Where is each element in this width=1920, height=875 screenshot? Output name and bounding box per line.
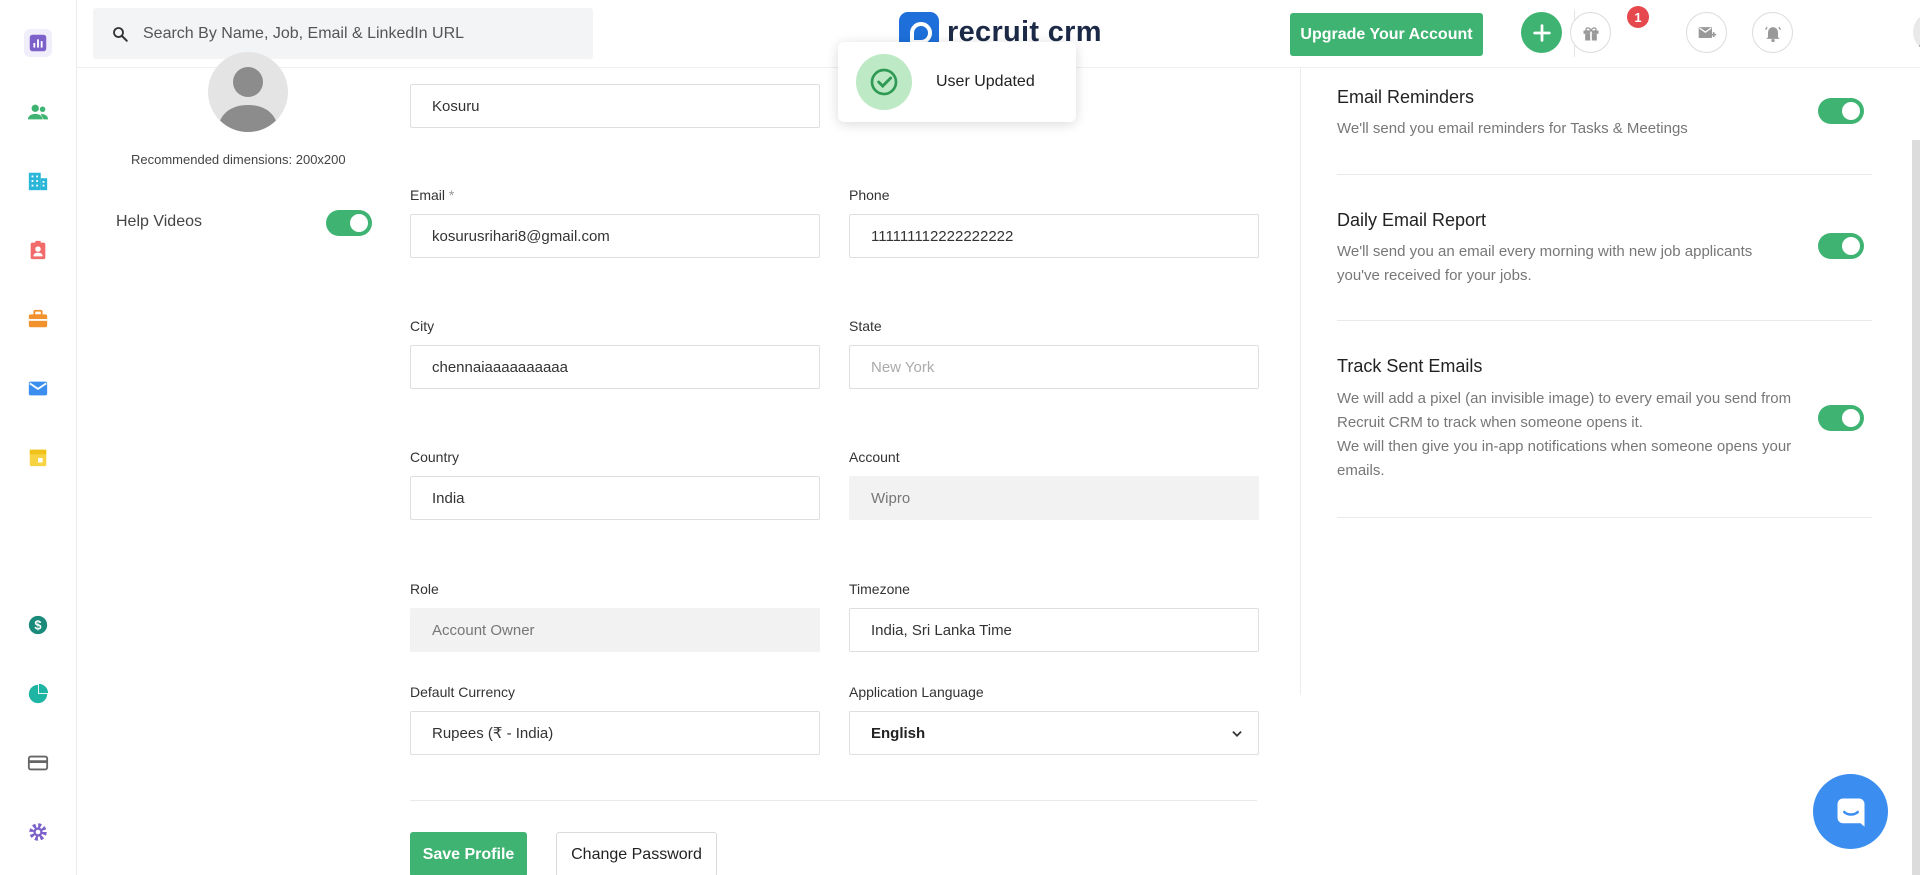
- chat-widget-button[interactable]: [1813, 774, 1888, 849]
- toast-message: User Updated: [936, 73, 1035, 90]
- plus-icon: [1532, 23, 1551, 42]
- left-sidebar: $: [0, 0, 77, 875]
- email-reminders-title: Email Reminders: [1337, 87, 1475, 107]
- country-label: Country: [410, 449, 460, 465]
- avatar-icon: [1918, 44, 1920, 52]
- upgrade-account-button[interactable]: Upgrade Your Account: [1290, 13, 1483, 56]
- setting-divider: [1337, 174, 1872, 175]
- svg-text:$: $: [34, 618, 41, 633]
- track-emails-toggle[interactable]: [1818, 405, 1864, 431]
- notification-badge: 1: [1627, 6, 1649, 28]
- chevron-down-icon: [1232, 731, 1242, 737]
- candidates-icon[interactable]: [24, 98, 52, 126]
- search-icon: [113, 26, 128, 42]
- calendar-icon[interactable]: [24, 443, 52, 471]
- account-label: Account: [849, 449, 900, 465]
- companies-icon[interactable]: [24, 167, 52, 195]
- setting-divider: [1337, 320, 1872, 321]
- email-reminders-toggle[interactable]: [1818, 98, 1864, 124]
- language-value: English: [871, 724, 926, 742]
- daily-report-title: Daily Email Report: [1337, 210, 1487, 230]
- city-label: City: [410, 318, 435, 334]
- mail-plus-icon: [1698, 26, 1716, 38]
- track-emails-desc: We will add a pixel (an invisible image)…: [1337, 387, 1797, 483]
- role-field: [410, 608, 820, 652]
- timezone-label: Timezone: [849, 581, 910, 597]
- timezone-field[interactable]: [849, 608, 1259, 652]
- email-field[interactable]: [410, 214, 820, 258]
- user-avatar[interactable]: [1913, 12, 1920, 52]
- contacts-icon[interactable]: [24, 236, 52, 264]
- setting-divider: [1337, 517, 1872, 518]
- add-new-button[interactable]: [1521, 12, 1562, 53]
- scrollbar[interactable]: [1912, 140, 1920, 875]
- language-label: Application Language: [849, 684, 984, 700]
- state-field[interactable]: [849, 345, 1259, 389]
- help-videos-toggle[interactable]: [326, 210, 372, 236]
- avatar-placeholder-icon: [218, 67, 278, 132]
- account-field: [849, 476, 1259, 520]
- email-reminders-desc: We'll send you email reminders for Tasks…: [1337, 120, 1688, 137]
- toast-notification: User Updated: [838, 42, 1076, 122]
- phone-label: Phone: [849, 187, 890, 203]
- chat-icon: [1837, 798, 1864, 827]
- save-profile-button[interactable]: Save Profile: [410, 832, 527, 875]
- profile-photo[interactable]: [208, 52, 288, 132]
- column-divider: [1300, 68, 1301, 695]
- track-emails-title: Track Sent Emails: [1337, 356, 1483, 376]
- mail-button[interactable]: [1686, 12, 1727, 53]
- gift-button[interactable]: [1570, 12, 1611, 53]
- alerts-button[interactable]: [1752, 12, 1793, 53]
- role-label: Role: [410, 581, 439, 597]
- reports-icon[interactable]: [24, 680, 52, 708]
- country-field[interactable]: [410, 476, 820, 520]
- phone-field[interactable]: [849, 214, 1259, 258]
- language-select[interactable]: English: [849, 711, 1259, 755]
- jobs-icon[interactable]: [24, 305, 52, 333]
- daily-report-toggle[interactable]: [1818, 233, 1864, 259]
- state-label: State: [849, 318, 882, 334]
- form-divider: [410, 800, 1257, 801]
- last-name-field[interactable]: [410, 84, 820, 128]
- daily-report-desc: We'll send you an email every morning wi…: [1337, 243, 1753, 284]
- billing-icon[interactable]: $: [24, 611, 52, 639]
- settings-icon[interactable]: [24, 818, 52, 846]
- change-password-button[interactable]: Change Password: [556, 832, 717, 875]
- currency-field[interactable]: [410, 711, 820, 755]
- check-circle-icon: [856, 54, 912, 110]
- search-box[interactable]: [93, 8, 593, 59]
- city-field[interactable]: [410, 345, 820, 389]
- track-emails-desc-line2: We will then give you in-app notificatio…: [1337, 438, 1792, 479]
- email-label: Email *: [410, 187, 455, 203]
- card-icon[interactable]: [24, 749, 52, 777]
- email-icon[interactable]: [24, 374, 52, 402]
- search-input[interactable]: [143, 24, 583, 43]
- gift-icon: [1583, 26, 1598, 40]
- help-videos-label: Help Videos: [116, 213, 202, 230]
- dashboard-icon[interactable]: [24, 29, 52, 57]
- currency-label: Default Currency: [410, 684, 516, 700]
- track-emails-desc-line1: We will add a pixel (an invisible image)…: [1337, 390, 1792, 431]
- bell-icon: [1764, 26, 1781, 42]
- recommended-dimensions: Recommended dimensions: 200x200: [131, 152, 346, 167]
